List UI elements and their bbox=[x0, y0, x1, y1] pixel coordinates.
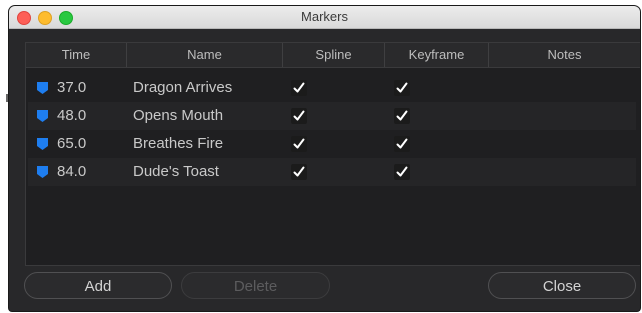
column-header-name[interactable]: Name bbox=[127, 43, 283, 67]
checkmark-icon bbox=[293, 82, 305, 93]
marker-name[interactable]: Dude's Toast bbox=[133, 158, 219, 186]
marker-icon bbox=[37, 110, 48, 122]
marker-name[interactable]: Breathes Fire bbox=[133, 130, 223, 158]
title-bar: Markers bbox=[9, 6, 640, 29]
keyframe-checkbox[interactable] bbox=[394, 108, 410, 124]
column-header-notes[interactable]: Notes bbox=[489, 43, 640, 67]
marker-time: 48.0 bbox=[57, 107, 87, 124]
checkmark-icon bbox=[396, 138, 408, 149]
checkmark-icon bbox=[293, 138, 305, 149]
checkmark-icon bbox=[293, 110, 305, 121]
keyframe-checkbox[interactable] bbox=[394, 80, 410, 96]
markers-window: Markers Time Name Spline Keyframe Notes … bbox=[9, 6, 640, 311]
spline-checkbox[interactable] bbox=[291, 80, 307, 96]
marker-name[interactable]: Opens Mouth bbox=[133, 102, 223, 130]
table-row[interactable]: 48.0 Opens Mouth bbox=[28, 102, 636, 130]
column-header-time[interactable]: Time bbox=[26, 43, 127, 67]
keyframe-checkbox[interactable] bbox=[394, 136, 410, 152]
table-row[interactable]: 65.0 Breathes Fire bbox=[28, 130, 636, 158]
column-header-keyframe[interactable]: Keyframe bbox=[385, 43, 489, 67]
marker-time: 65.0 bbox=[57, 135, 87, 152]
spline-checkbox[interactable] bbox=[291, 136, 307, 152]
checkmark-icon bbox=[396, 110, 408, 121]
marker-icon bbox=[37, 82, 48, 94]
delete-button[interactable]: Delete bbox=[181, 272, 330, 299]
marker-name[interactable]: Dragon Arrives bbox=[133, 74, 232, 102]
checkmark-icon bbox=[396, 166, 408, 177]
spline-checkbox[interactable] bbox=[291, 108, 307, 124]
table-row[interactable]: 84.0 Dude's Toast bbox=[28, 158, 636, 186]
close-button[interactable]: Close bbox=[488, 272, 636, 299]
add-button[interactable]: Add bbox=[24, 272, 172, 299]
column-header-spline[interactable]: Spline bbox=[283, 43, 385, 67]
checkmark-icon bbox=[396, 82, 408, 93]
table-header: Time Name Spline Keyframe Notes bbox=[26, 43, 640, 68]
keyframe-checkbox[interactable] bbox=[394, 164, 410, 180]
markers-table: Time Name Spline Keyframe Notes 37.0 Dra… bbox=[25, 42, 640, 266]
spline-checkbox[interactable] bbox=[291, 164, 307, 180]
marker-icon bbox=[37, 138, 48, 150]
table-row[interactable]: 37.0 Dragon Arrives bbox=[28, 74, 636, 102]
marker-time: 84.0 bbox=[57, 163, 87, 180]
checkmark-icon bbox=[293, 166, 305, 177]
marker-time: 37.0 bbox=[57, 79, 87, 96]
window-title: Markers bbox=[301, 9, 348, 24]
marker-icon bbox=[37, 166, 48, 178]
